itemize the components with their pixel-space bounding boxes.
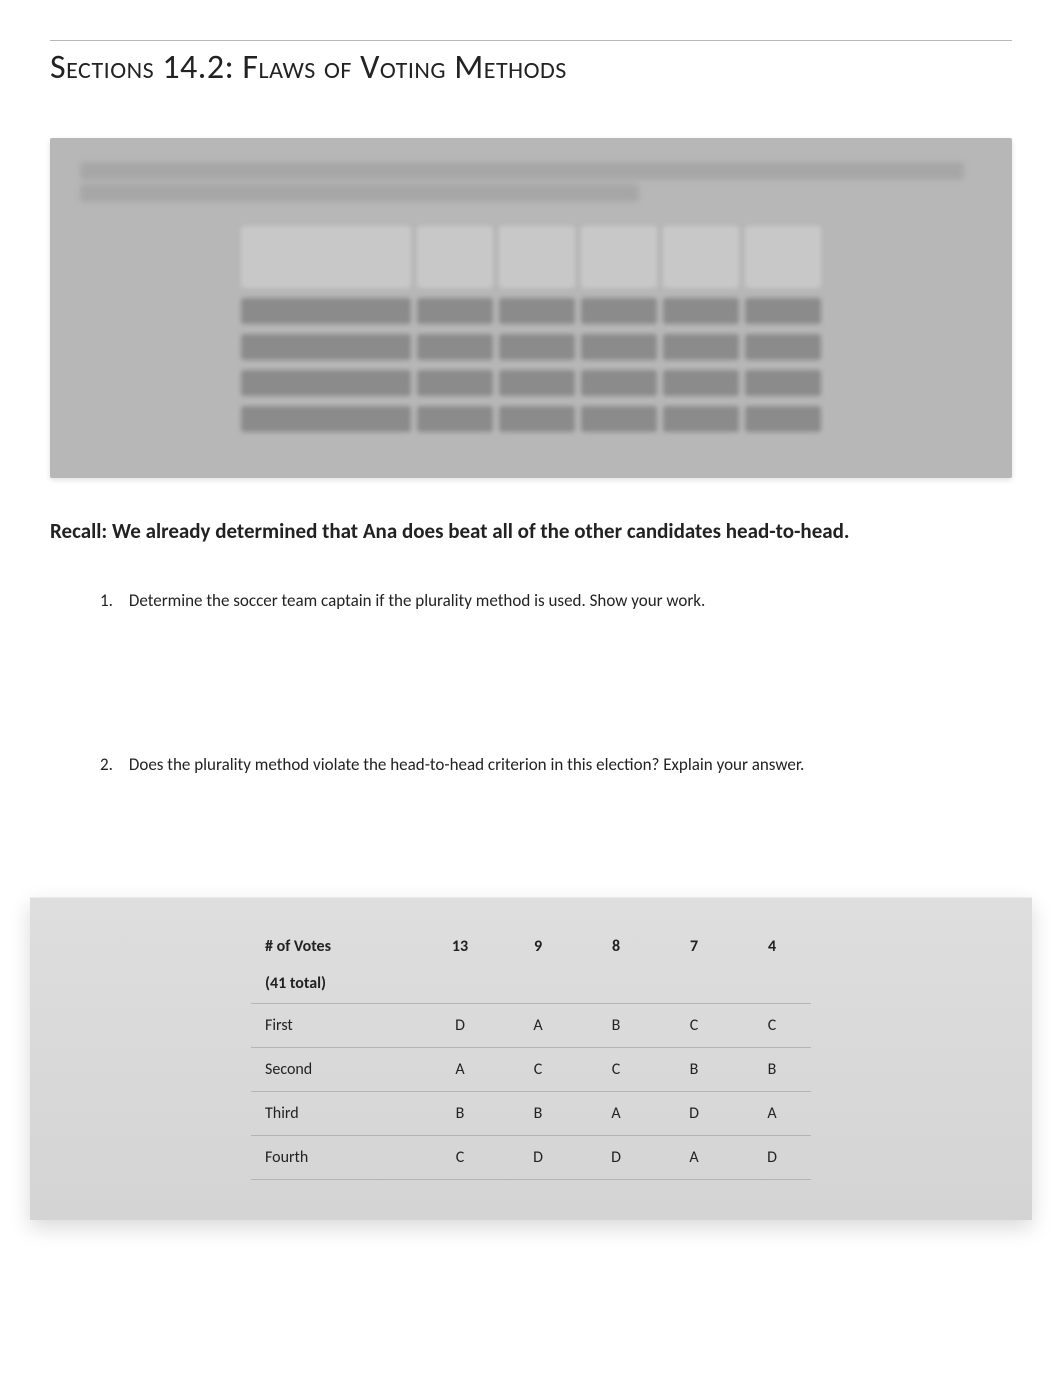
blurred-cell bbox=[417, 334, 493, 360]
blurred-cell bbox=[581, 226, 657, 288]
blurred-cell bbox=[241, 406, 411, 432]
blurred-cell bbox=[745, 406, 821, 432]
blurred-line bbox=[80, 184, 639, 202]
blurred-cell bbox=[417, 298, 493, 324]
rank-value: B bbox=[577, 1003, 655, 1047]
header-label: # of Votes (41 total) bbox=[251, 927, 421, 1004]
header-votes-label: # of Votes bbox=[265, 937, 407, 956]
rank-value: B bbox=[499, 1091, 577, 1135]
rank-value: C bbox=[733, 1003, 811, 1047]
rank-value: C bbox=[577, 1047, 655, 1091]
rank-value: A bbox=[733, 1091, 811, 1135]
blurred-cell bbox=[417, 370, 493, 396]
blurred-cell bbox=[241, 370, 411, 396]
rank-value: C bbox=[421, 1135, 499, 1179]
rank-value: A bbox=[577, 1091, 655, 1135]
rank-value: C bbox=[499, 1047, 577, 1091]
rank-value: C bbox=[655, 1003, 733, 1047]
blurred-cell bbox=[663, 370, 739, 396]
table-row: Third B B A D A bbox=[251, 1091, 811, 1135]
rank-label: Second bbox=[251, 1047, 421, 1091]
blurred-cell bbox=[581, 334, 657, 360]
table-header-row: # of Votes (41 total) 13 9 8 7 4 bbox=[251, 927, 811, 1004]
rank-value: D bbox=[733, 1135, 811, 1179]
blurred-cell bbox=[581, 298, 657, 324]
blurred-cell bbox=[581, 406, 657, 432]
question-number: 1. bbox=[100, 589, 113, 613]
question-1: 1. Determine the soccer team captain if … bbox=[100, 589, 1012, 613]
blurred-cell bbox=[499, 334, 575, 360]
blurred-cell bbox=[241, 334, 411, 360]
question-2: 2. Does the plurality method violate the… bbox=[100, 753, 1012, 777]
question-text: Determine the soccer team captain if the… bbox=[129, 589, 1012, 613]
rank-value: A bbox=[655, 1135, 733, 1179]
rank-value: B bbox=[733, 1047, 811, 1091]
blurred-cell bbox=[663, 334, 739, 360]
blurred-cell bbox=[499, 298, 575, 324]
preference-table: # of Votes (41 total) 13 9 8 7 4 First D… bbox=[251, 927, 811, 1180]
rank-value: B bbox=[655, 1047, 733, 1091]
page-title: Sections 14.2: Flaws of Voting Methods bbox=[50, 47, 1012, 88]
questions-list: 1. Determine the soccer team captain if … bbox=[50, 589, 1012, 777]
rank-value: A bbox=[421, 1047, 499, 1091]
header-total-label: (41 total) bbox=[265, 974, 326, 993]
preference-table-block: # of Votes (41 total) 13 9 8 7 4 First D… bbox=[30, 897, 1032, 1220]
blurred-cell bbox=[745, 370, 821, 396]
blurred-cell bbox=[663, 406, 739, 432]
blurred-cell bbox=[581, 370, 657, 396]
title-rule bbox=[50, 40, 1012, 41]
blurred-cell bbox=[745, 298, 821, 324]
header-vote-count: 8 bbox=[577, 927, 655, 1004]
blurred-cell bbox=[499, 226, 575, 288]
blurred-cell bbox=[241, 226, 411, 288]
table-row: Fourth C D D A D bbox=[251, 1135, 811, 1179]
blurred-preview-block bbox=[50, 138, 1012, 478]
header-vote-count: 13 bbox=[421, 927, 499, 1004]
blurred-cell bbox=[745, 226, 821, 288]
rank-label: First bbox=[251, 1003, 421, 1047]
question-text: Does the plurality method violate the he… bbox=[129, 753, 1012, 777]
header-vote-count: 4 bbox=[733, 927, 811, 1004]
rank-value: D bbox=[421, 1003, 499, 1047]
rank-value: D bbox=[499, 1135, 577, 1179]
blurred-table bbox=[241, 226, 821, 432]
blurred-line bbox=[80, 162, 964, 180]
table-row: Second A C C B B bbox=[251, 1047, 811, 1091]
rank-value: D bbox=[577, 1135, 655, 1179]
blurred-cell bbox=[499, 406, 575, 432]
blurred-cell bbox=[745, 334, 821, 360]
header-vote-count: 9 bbox=[499, 927, 577, 1004]
rank-value: A bbox=[499, 1003, 577, 1047]
rank-label: Fourth bbox=[251, 1135, 421, 1179]
blurred-cell bbox=[499, 370, 575, 396]
blurred-cell bbox=[241, 298, 411, 324]
header-vote-count: 7 bbox=[655, 927, 733, 1004]
blurred-cell bbox=[663, 226, 739, 288]
rank-label: Third bbox=[251, 1091, 421, 1135]
table-row: First D A B C C bbox=[251, 1003, 811, 1047]
rank-value: B bbox=[421, 1091, 499, 1135]
recall-statement: Recall: We already determined that Ana d… bbox=[50, 518, 1012, 545]
blurred-cell bbox=[663, 298, 739, 324]
question-number: 2. bbox=[100, 753, 113, 777]
rank-value: D bbox=[655, 1091, 733, 1135]
blurred-cell bbox=[417, 226, 493, 288]
blurred-cell bbox=[417, 406, 493, 432]
